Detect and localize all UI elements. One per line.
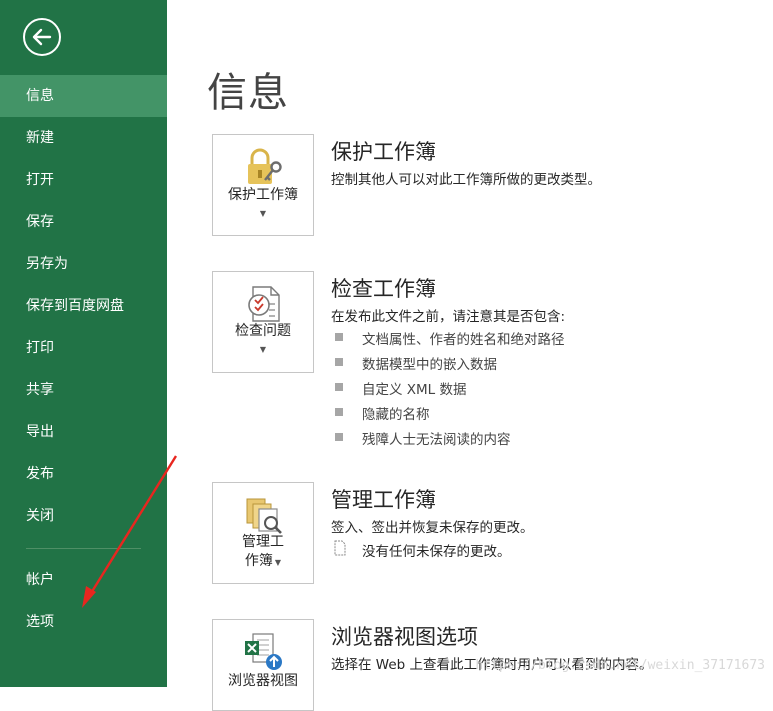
inspect-document-icon (248, 286, 280, 322)
lock-key-icon (248, 148, 282, 184)
manage-workbook-label-text: 作簿 (244, 553, 273, 569)
inspect-bullet-properties: 文档属性、作者的姓名和绝对路径 (362, 332, 565, 348)
sidebar-item-account[interactable]: 帐户 (0, 559, 167, 601)
back-button[interactable] (23, 18, 61, 56)
sidebar-item-save-to-baidu[interactable]: 保存到百度网盘 (0, 285, 167, 327)
manage-workbook-desc: 签入、签出并恢复未保存的更改。 (331, 520, 534, 536)
inspect-bullet-hidden-names: 隐藏的名称 (362, 407, 430, 423)
dropdown-caret-icon: ▼ (274, 558, 282, 567)
sidebar-item-save[interactable]: 保存 (0, 201, 167, 243)
sidebar-item-share[interactable]: 共享 (0, 369, 167, 411)
sidebar-item-print[interactable]: 打印 (0, 327, 167, 369)
sidebar-item-save-as[interactable]: 另存为 (0, 243, 167, 285)
manage-workbook-button[interactable]: 管理工 作簿 ▼ (212, 482, 314, 584)
back-arrow-icon (32, 28, 52, 46)
document-icon (334, 540, 346, 556)
sidebar-item-publish[interactable]: 发布 (0, 453, 167, 495)
sidebar-divider (26, 548, 141, 549)
sidebar-item-options[interactable]: 选项 (0, 601, 167, 643)
bullet-icon (335, 408, 343, 416)
inspect-bullet-data-model: 数据模型中的嵌入数据 (362, 357, 497, 373)
sidebar-item-info[interactable]: 信息 (0, 75, 167, 117)
sidebar-item-new[interactable]: 新建 (0, 117, 167, 159)
page-title: 信息 (207, 70, 289, 116)
dropdown-caret-icon: ▼ (259, 345, 267, 354)
sidebar-item-close[interactable]: 关闭 (0, 495, 167, 537)
protect-workbook-desc: 控制其他人可以对此工作簿所做的更改类型。 (331, 172, 601, 188)
browser-view-options-title: 浏览器视图选项 (331, 625, 478, 649)
protect-workbook-button[interactable]: 保护工作簿 ▼ (212, 134, 314, 236)
manage-workbook-title: 管理工作簿 (331, 488, 436, 512)
check-for-issues-label: 检查问题 (235, 323, 291, 339)
inspect-bullet-xml: 自定义 XML 数据 (362, 382, 467, 398)
manage-workbook-label-line1: 管理工 (242, 534, 284, 550)
excel-upload-icon (245, 633, 282, 670)
bullet-icon (335, 383, 343, 391)
no-unsaved-changes-note: 没有任何未保存的更改。 (362, 544, 511, 560)
info-panel: 信息 保护工作簿 ▼ 保护工作簿 控制其他人可以对此工作簿所做的更改类型。 检查… (167, 0, 773, 711)
browser-view-options-label: 浏览器视图 (228, 673, 298, 689)
browser-view-options-button[interactable]: 浏览器视图 (212, 619, 314, 711)
watermark: https://blog.csdn.net/weixin_37171673 (475, 658, 765, 673)
manage-workbook-icon (246, 498, 282, 534)
backstage-sidebar: 信息 新建 打开 保存 另存为 保存到百度网盘 打印 共享 导出 发布 关闭 帐… (0, 0, 167, 687)
bullet-icon (335, 433, 343, 441)
sidebar-item-export[interactable]: 导出 (0, 411, 167, 453)
inspect-bullet-accessibility: 残障人士无法阅读的内容 (362, 432, 511, 448)
protect-workbook-title: 保护工作簿 (331, 140, 436, 164)
dropdown-caret-icon: ▼ (259, 209, 267, 218)
manage-workbook-label-line2: 作簿 ▼ (213, 552, 313, 572)
check-for-issues-button[interactable]: 检查问题 ▼ (212, 271, 314, 373)
bullet-icon (335, 333, 343, 341)
inspect-workbook-desc: 在发布此文件之前，请注意其是否包含: (331, 309, 566, 325)
sidebar-item-open[interactable]: 打开 (0, 159, 167, 201)
inspect-workbook-title: 检查工作簿 (331, 277, 436, 301)
bullet-icon (335, 358, 343, 366)
protect-workbook-label: 保护工作簿 (228, 187, 298, 203)
